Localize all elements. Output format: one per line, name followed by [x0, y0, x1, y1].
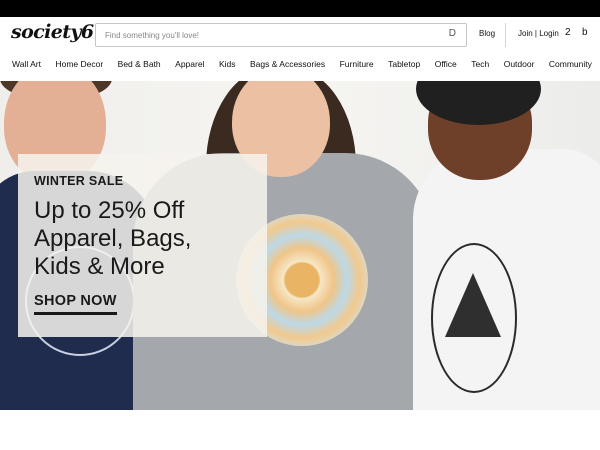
nav-item-community[interactable]: Community — [549, 59, 592, 73]
society6-logo[interactable]: society6 — [11, 21, 94, 43]
nav-item-home-decor[interactable]: Home Decor — [55, 59, 103, 73]
search-bar[interactable]: D — [95, 23, 467, 47]
cart-icon[interactable]: 2 — [565, 27, 571, 38]
nav-item-outdoor[interactable]: Outdoor — [504, 59, 535, 73]
promo-panel: WINTER SALE Up to 25% Off Apparel, Bags,… — [18, 154, 267, 337]
join-login-link[interactable]: Join | Login — [518, 29, 559, 38]
promo-headline-line: Up to 25% Off — [34, 197, 185, 224]
nav-item-kids[interactable]: Kids — [219, 59, 236, 73]
shop-now-button[interactable]: SHOP NOW — [34, 293, 117, 315]
nav-item-furniture[interactable]: Furniture — [340, 59, 374, 73]
mountain-graphic — [445, 273, 501, 337]
promo-kicker: WINTER SALE — [34, 174, 124, 188]
search-input[interactable] — [96, 24, 436, 46]
nav-item-office[interactable]: Office — [435, 59, 457, 73]
site-header: society6 D Blog Join | Login 2 b — [0, 17, 600, 51]
nav-item-wall-art[interactable]: Wall Art — [12, 59, 41, 73]
top-bar — [0, 0, 600, 17]
nav-item-tabletop[interactable]: Tabletop — [388, 59, 420, 73]
category-nav: Wall Art Home Decor Bed & Bath Apparel K… — [12, 59, 592, 73]
header-divider — [505, 23, 506, 47]
blog-link[interactable]: Blog — [479, 29, 495, 38]
nav-item-apparel[interactable]: Apparel — [175, 59, 204, 73]
bag-icon[interactable]: b — [582, 27, 588, 38]
nav-item-bags-accessories[interactable]: Bags & Accessories — [250, 59, 325, 73]
nav-item-bed-bath[interactable]: Bed & Bath — [118, 59, 161, 73]
search-icon[interactable]: D — [449, 28, 456, 39]
promo-headline-line: Kids & More — [34, 253, 165, 280]
promo-headline-line: Apparel, Bags, — [34, 225, 192, 252]
nav-item-tech[interactable]: Tech — [471, 59, 489, 73]
hero-banner[interactable]: WINTER SALE Up to 25% Off Apparel, Bags,… — [0, 81, 600, 410]
promo-headline: Up to 25% Off Apparel, Bags, Kids & More — [34, 197, 264, 281]
